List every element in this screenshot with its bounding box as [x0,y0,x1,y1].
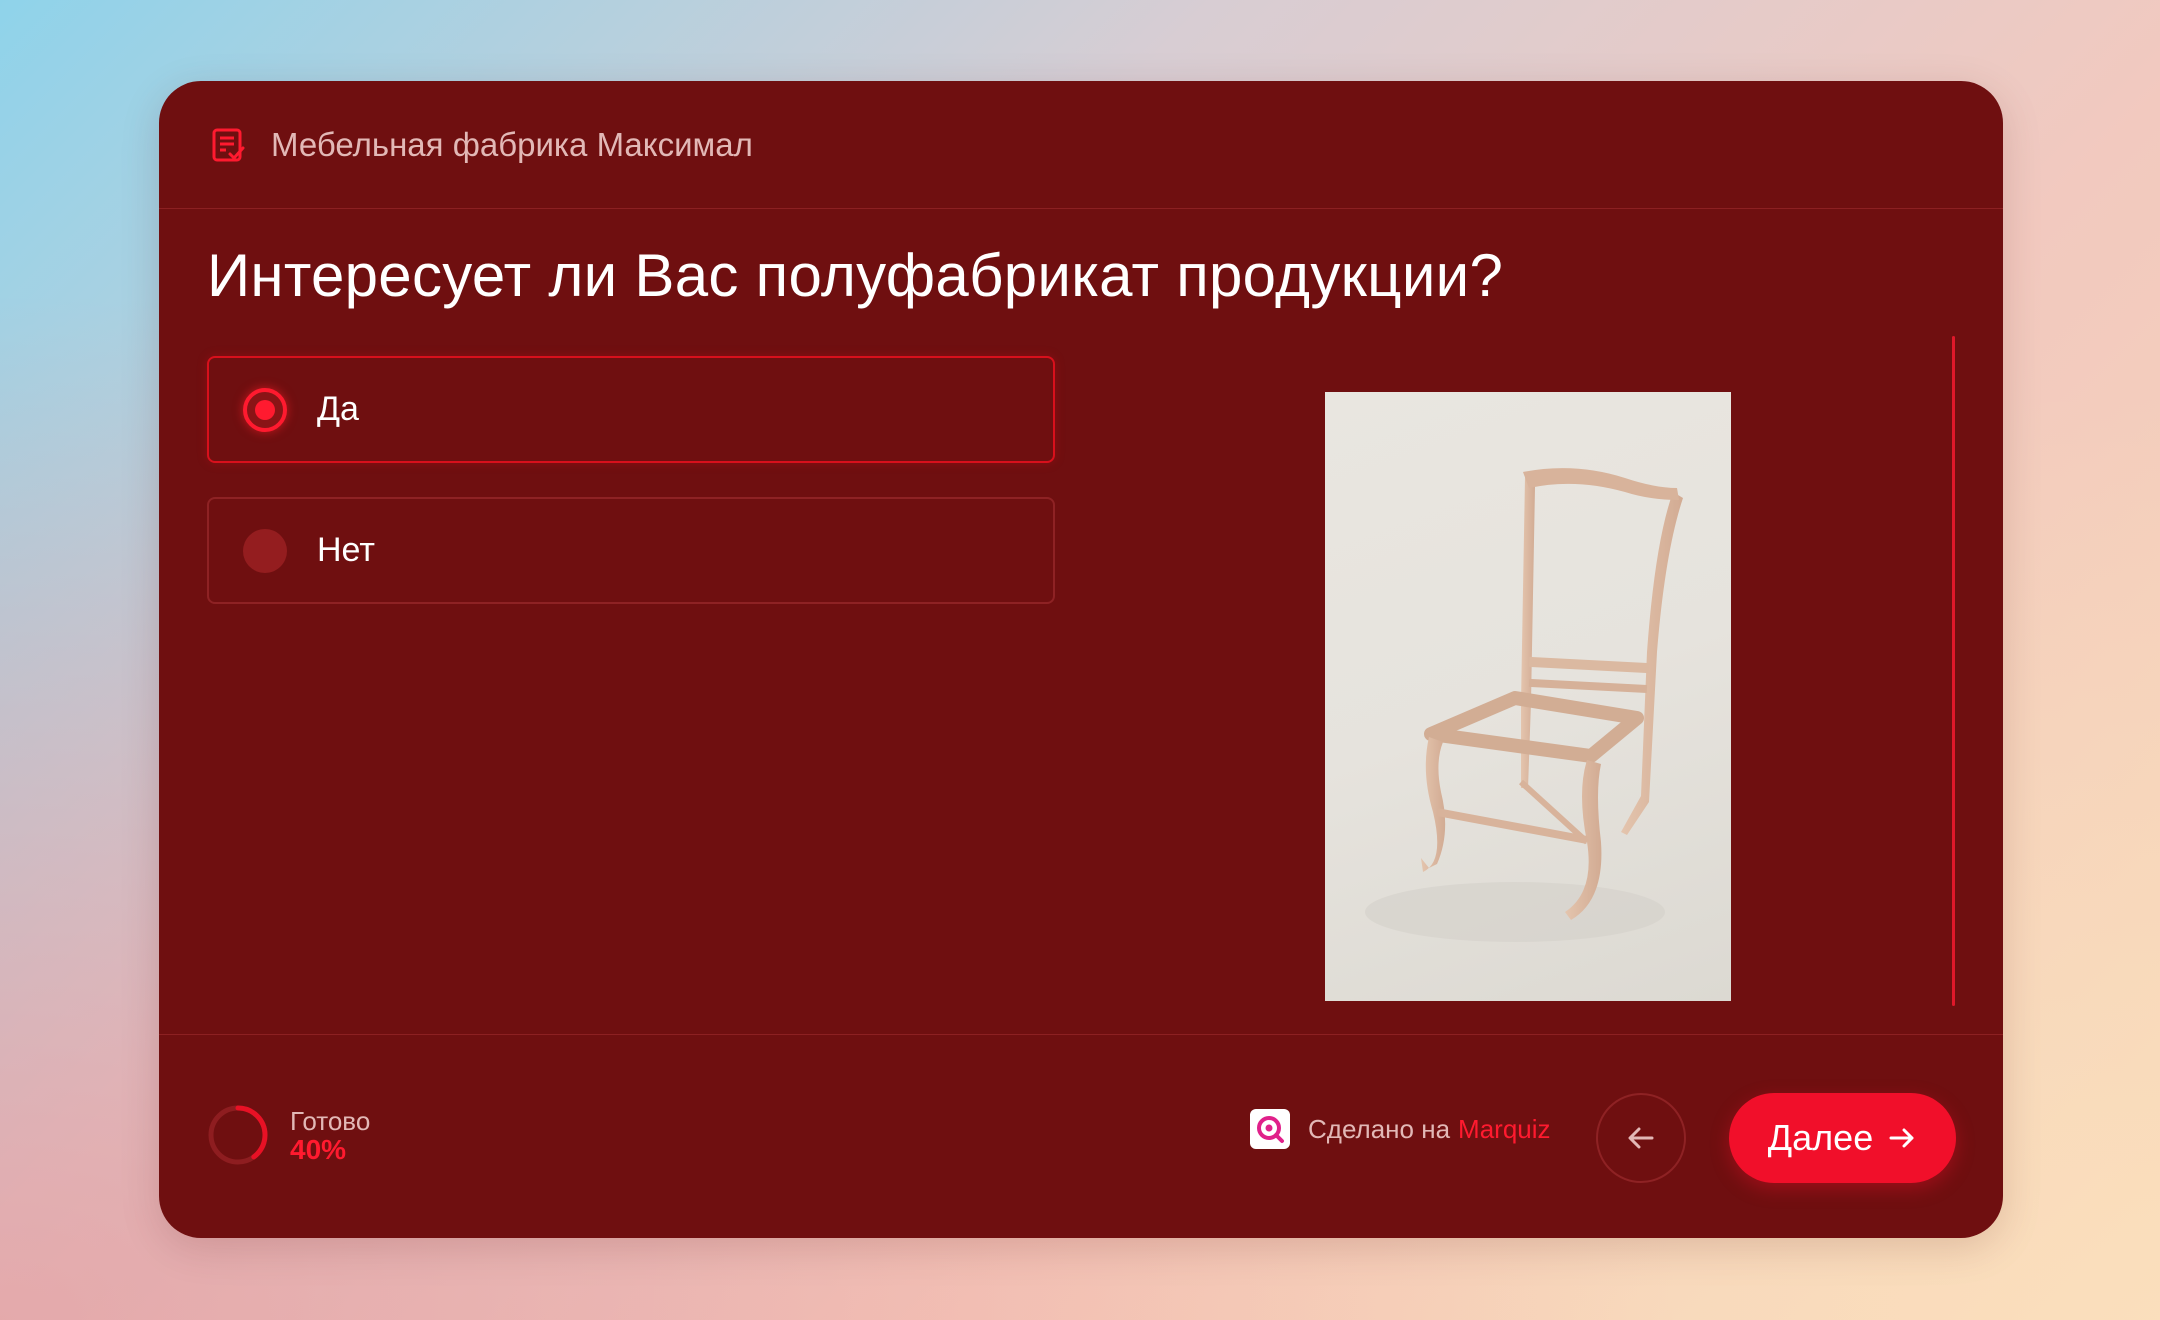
quiz-header: Мебельная фабрика Максимал [159,81,2003,209]
answer-option-no[interactable]: Нет [207,497,1055,604]
back-button[interactable] [1596,1093,1686,1183]
progress-label: Готово [290,1106,371,1136]
next-button[interactable]: Далее [1729,1093,1956,1183]
answer-option-label: Нет [317,531,375,569]
scrollbar[interactable] [1952,336,1955,1006]
progress-info: Готово 40% [290,1107,370,1165]
answer-options: Да Нет [207,356,1055,638]
footer-divider [159,1034,2003,1035]
marquiz-logo-icon [1250,1109,1290,1149]
company-title: Мебельная фабрика Максимал [271,125,753,163]
answer-option-yes[interactable]: Да [207,356,1055,463]
quiz-card: Мебельная фабрика Максимал Интересует ли… [159,81,2003,1238]
progress-value: 40% [290,1134,347,1165]
marquiz-brand-link[interactable]: Marquiz [1458,1114,1550,1145]
form-check-icon [212,128,245,161]
radio-empty-icon[interactable] [243,528,287,573]
progress-ring [208,1105,268,1165]
arrow-left-icon [1628,1127,1654,1149]
chair-frame-image [1325,392,1731,1001]
made-on-marquiz-link[interactable]: Сделано на Marquiz [1250,1109,1551,1149]
made-on-text: Сделано на [1308,1113,1451,1144]
next-button-label: Далее [1767,1117,1874,1158]
question-title: Интересует ли Вас полуфабрикат продукции… [207,242,1504,309]
answer-option-label: Да [317,390,359,428]
arrow-right-icon [1889,1128,1914,1148]
radio-selected-icon[interactable] [243,387,287,432]
